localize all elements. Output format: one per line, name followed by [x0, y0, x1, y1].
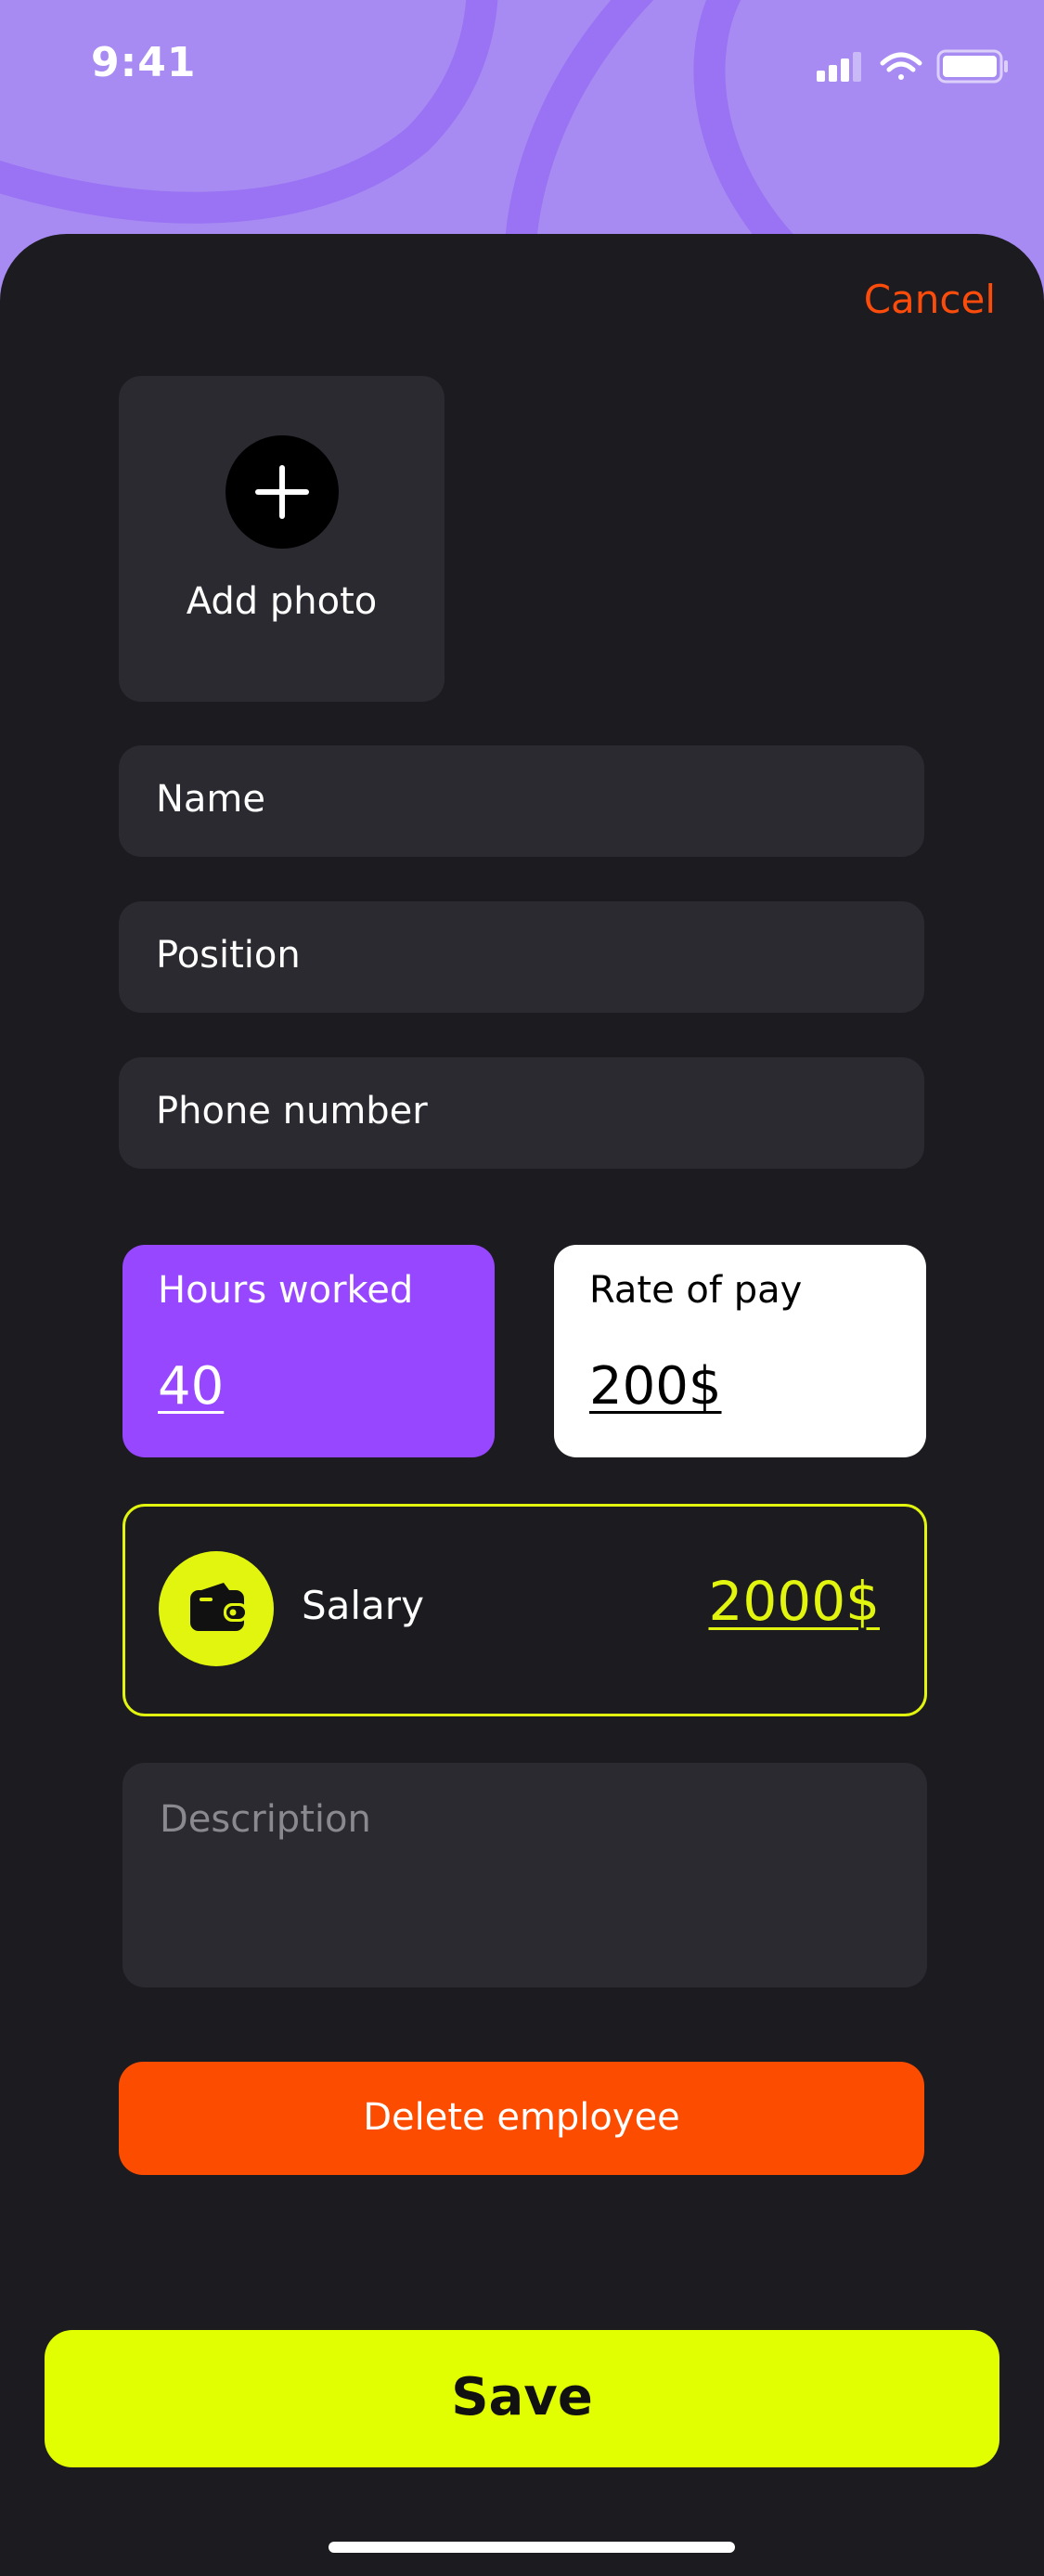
status-time: 9:41: [91, 39, 197, 86]
description-placeholder: Description: [160, 1798, 371, 1841]
hours-worked-card[interactable]: Hours worked 40: [122, 1245, 495, 1457]
save-button[interactable]: Save: [45, 2330, 999, 2467]
salary-value: 2000$: [708, 1570, 880, 1633]
add-photo-button[interactable]: Add photo: [119, 376, 445, 702]
name-field-label: Name: [156, 778, 266, 821]
salary-card: Salary 2000$: [122, 1504, 927, 1716]
rate-of-pay-card[interactable]: Rate of pay 200$: [554, 1245, 926, 1457]
wifi-icon: [880, 52, 922, 80]
cancel-button[interactable]: Cancel: [864, 277, 996, 322]
home-indicator: [329, 2542, 735, 2553]
hours-worked-value[interactable]: 40: [158, 1356, 224, 1417]
battery-icon: [936, 49, 1008, 84]
plus-icon: [226, 435, 339, 549]
phone-number-field-label: Phone number: [156, 1090, 428, 1133]
cellular-signal-icon: [817, 52, 861, 82]
name-field[interactable]: Name: [119, 745, 924, 857]
phone-number-field[interactable]: Phone number: [119, 1057, 924, 1169]
delete-employee-button[interactable]: Delete employee: [119, 2062, 924, 2175]
position-field[interactable]: Position: [119, 901, 924, 1013]
wallet-icon: [159, 1551, 274, 1666]
hours-worked-title: Hours worked: [158, 1269, 414, 1312]
status-bar: 9:41: [0, 0, 1044, 130]
position-field-label: Position: [156, 934, 301, 977]
salary-label: Salary: [302, 1583, 424, 1628]
description-field[interactable]: Description: [122, 1763, 927, 1987]
add-photo-label: Add photo: [186, 580, 378, 623]
status-icons: [815, 48, 1010, 85]
rate-of-pay-title: Rate of pay: [589, 1269, 803, 1312]
rate-of-pay-value[interactable]: 200$: [589, 1356, 722, 1417]
